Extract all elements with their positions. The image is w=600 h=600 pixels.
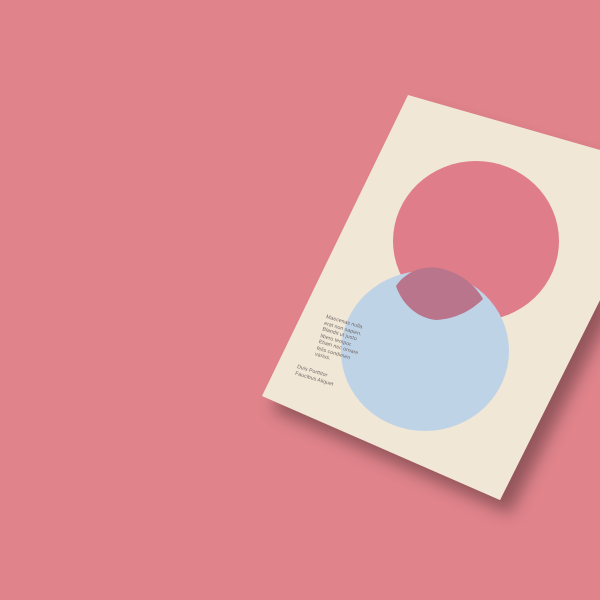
poster-scene: [262, 95, 600, 500]
